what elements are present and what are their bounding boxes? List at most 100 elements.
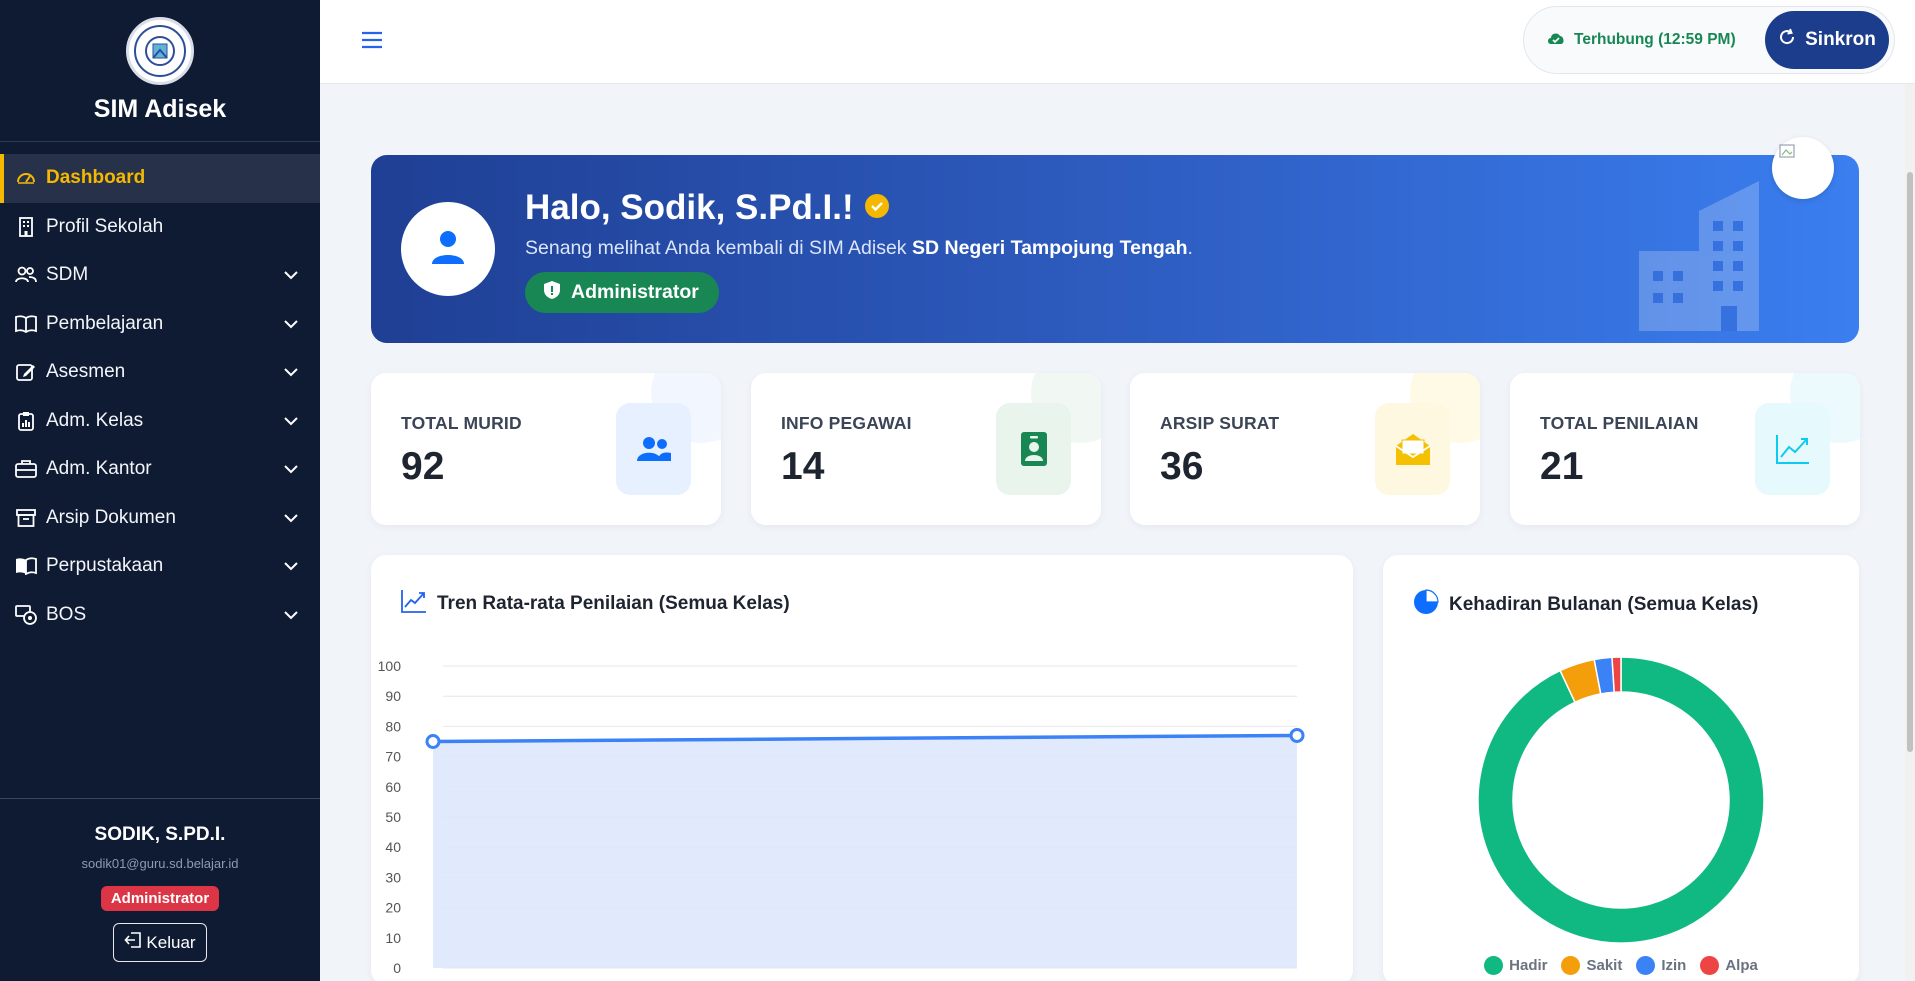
stat-label: TOTAL PENILAIAN <box>1540 413 1699 433</box>
sidebar-item-pembelajaran[interactable]: Pembelajaran <box>0 300 320 349</box>
sidebar: SIM Adisek Dashboard Profil Sekolah SDM … <box>0 0 320 981</box>
y-tick-label: 30 <box>385 869 401 885</box>
y-tick-label: 20 <box>385 900 401 916</box>
legend-label: Izin <box>1661 957 1687 974</box>
legend-label: Sakit <box>1586 957 1623 974</box>
sidebar-item-label: Asesmen <box>46 361 126 383</box>
sync-status-panel: Terhubung (12:59 PM) Sinkron <box>1523 6 1895 74</box>
sync-label: Sinkron <box>1805 29 1876 50</box>
legend-item-hadir[interactable]: Hadir <box>1484 956 1547 975</box>
connection-status-text: Terhubung (12:59 PM) <box>1574 31 1736 48</box>
y-tick-label: 90 <box>385 688 401 704</box>
attendance-legend: Hadir Sakit Izin Alpa <box>1383 956 1859 975</box>
donut-slice-hadir <box>1477 656 1765 944</box>
legend-label: Alpa <box>1725 957 1758 974</box>
archive-icon <box>15 507 37 529</box>
logout-label: Keluar <box>146 932 196 952</box>
page-scrollbar[interactable] <box>1905 84 1915 981</box>
sidebar-item-label: Pembelajaran <box>46 312 164 334</box>
y-tick-label: 60 <box>385 779 401 795</box>
book-icon <box>15 313 37 335</box>
subtitle-prefix: Senang melihat Anda kembali di SIM Adise… <box>525 237 912 259</box>
school-name: SD Negeri Tampojung Tengah <box>911 237 1188 259</box>
chevron-down-icon <box>282 363 300 381</box>
chevron-down-icon <box>282 509 300 527</box>
sidebar-item-sdm[interactable]: SDM <box>0 251 320 300</box>
y-tick-label: 40 <box>385 839 401 855</box>
building-icon <box>15 216 37 238</box>
speedometer-icon <box>15 167 37 189</box>
trend-chart-panel: Tren Rata-rata Penilaian (Semua Kelas) 0… <box>371 555 1353 981</box>
legend-item-alpa[interactable]: Alpa <box>1700 956 1758 975</box>
series-area <box>433 735 1297 968</box>
user-email: sodik01@guru.sd.belajar.id <box>81 856 239 871</box>
legend-swatch <box>1561 956 1581 975</box>
envelope-open-icon <box>1375 403 1450 495</box>
stat-card-info-pegawai[interactable]: INFO PEGAWAI 14 <box>751 373 1101 525</box>
book-open-icon <box>15 555 37 577</box>
sidebar-item-label: Arsip Dokumen <box>46 506 176 528</box>
sidebar-item-bos[interactable]: BOS <box>0 591 320 640</box>
sidebar-item-profil-sekolah[interactable]: Profil Sekolah <box>0 203 320 252</box>
building-illustration-icon <box>1639 181 1779 336</box>
stat-card-total-penilaian[interactable]: TOTAL PENILAIAN 21 <box>1510 373 1860 525</box>
legend-item-izin[interactable]: Izin <box>1636 956 1686 975</box>
connection-status: Terhubung (12:59 PM) <box>1546 30 1765 51</box>
sidebar-item-adm-kantor[interactable]: Adm. Kantor <box>0 445 320 494</box>
role-badge: Administrator <box>100 886 220 911</box>
stat-value: 21 <box>1540 445 1584 488</box>
sidebar-item-label: BOS <box>46 603 87 625</box>
cash-coin-icon <box>15 604 37 626</box>
legend-label: Hadir <box>1509 957 1548 974</box>
avatar <box>401 202 495 296</box>
trend-line-chart: 0 10 20 30 40 50 60 70 80 90 100 <box>378 658 1305 976</box>
y-tick-label: 80 <box>385 718 401 734</box>
chevron-down-icon <box>282 460 300 478</box>
school-logo <box>126 17 194 85</box>
chevron-down-icon <box>282 412 300 430</box>
stat-card-arsip-surat[interactable]: ARSIP SURAT 36 <box>1130 373 1480 525</box>
legend-swatch <box>1484 956 1504 975</box>
user-name: SODIK, S.PD.I. <box>94 824 226 845</box>
attendance-chart-panel: Kehadiran Bulanan (Semua Kelas) Hadir Sa… <box>1383 555 1859 981</box>
brand-name: SIM Adisek <box>93 95 227 123</box>
attendance-donut-chart <box>1477 656 1765 944</box>
shield-icon <box>543 280 561 306</box>
verified-badge-icon <box>864 188 890 228</box>
data-point <box>425 734 441 749</box>
greeting-heading: Halo, Sodik, S.Pd.I.! <box>525 188 890 228</box>
user-panel: SODIK, S.PD.I. sodik01@guru.sd.belajar.i… <box>0 798 320 981</box>
y-tick-label: 100 <box>378 658 402 674</box>
broken-image-placeholder <box>1772 137 1834 199</box>
refresh-icon <box>1778 28 1796 52</box>
sidebar-item-label: Adm. Kantor <box>46 458 152 480</box>
topbar: Terhubung (12:59 PM) Sinkron <box>320 0 1915 84</box>
graph-up-icon <box>1755 403 1830 495</box>
data-point <box>1289 727 1305 743</box>
scrollbar-thumb[interactable] <box>1907 172 1913 752</box>
clipboard-data-icon <box>15 410 37 432</box>
stat-card-total-murid[interactable]: TOTAL MURID 92 <box>371 373 721 525</box>
chevron-down-icon <box>282 266 300 284</box>
logout-button[interactable]: Keluar <box>113 923 207 962</box>
pencil-square-icon <box>15 361 37 383</box>
sidebar-item-perpustakaan[interactable]: Perpustakaan <box>0 542 320 591</box>
legend-item-sakit[interactable]: Sakit <box>1561 956 1622 975</box>
stat-value: 92 <box>401 445 445 488</box>
sidebar-item-asesmen[interactable]: Asesmen <box>0 348 320 397</box>
brand: SIM Adisek <box>0 0 320 142</box>
briefcase-icon <box>15 458 37 480</box>
legend-swatch <box>1700 956 1720 975</box>
subtitle-suffix: . <box>1187 237 1193 259</box>
people-icon <box>15 264 37 286</box>
sync-button[interactable]: Sinkron <box>1765 11 1889 69</box>
sidebar-item-adm-kelas[interactable]: Adm. Kelas <box>0 397 320 446</box>
sidebar-item-dashboard[interactable]: Dashboard <box>0 154 320 203</box>
chevron-down-icon <box>282 606 300 624</box>
sidebar-item-label: Perpustakaan <box>46 555 164 577</box>
y-tick-label: 10 <box>385 930 401 946</box>
person-badge-icon <box>996 403 1071 495</box>
menu-toggle-icon[interactable] <box>360 28 384 52</box>
person-icon <box>427 226 469 273</box>
sidebar-item-arsip-dokumen[interactable]: Arsip Dokumen <box>0 494 320 543</box>
